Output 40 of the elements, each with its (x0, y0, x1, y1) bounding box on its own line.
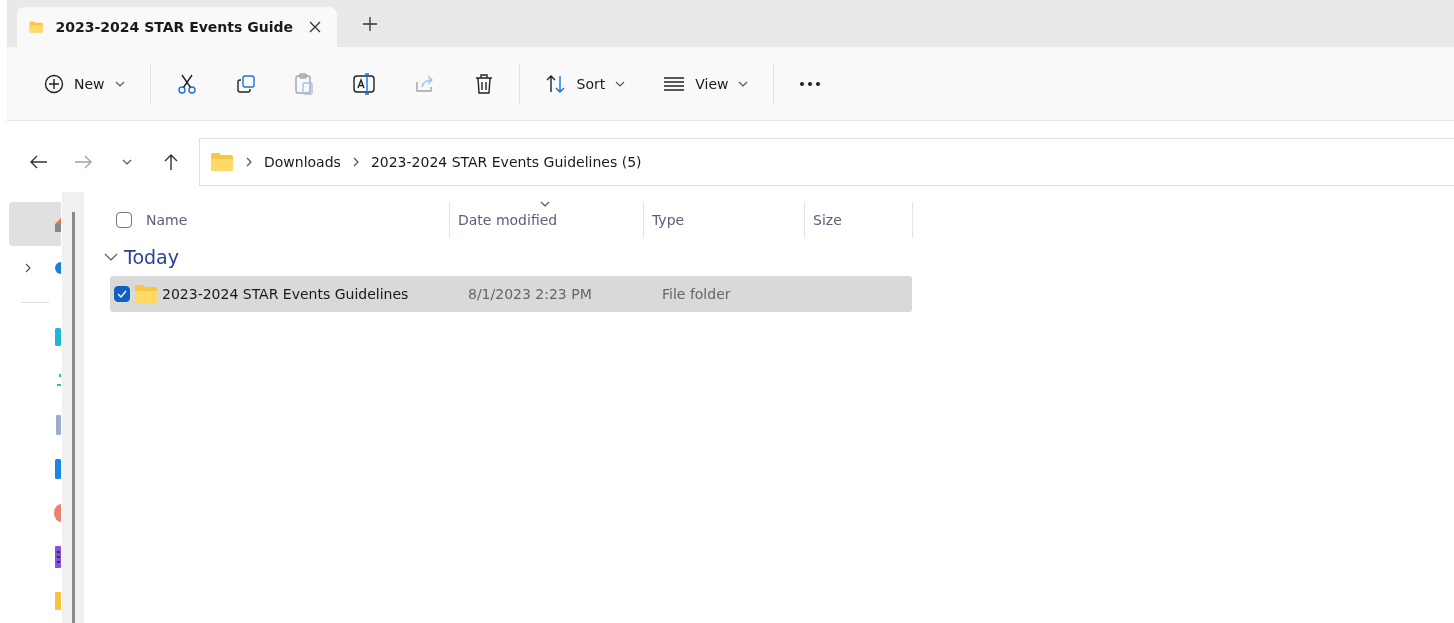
column-header[interactable]: Date modified (450, 212, 566, 228)
address-bar[interactable]: Downloads 2023-2024 STAR Events Guidelines (5) (199, 138, 1454, 187)
breadcrumb[interactable]: 2023-2024 STAR Events Guidelines (5) (370, 154, 642, 171)
folder-icon (210, 152, 234, 173)
tab-title: 2023-2024 STAR Events Guide (55, 19, 293, 36)
select-all-checkbox[interactable] (116, 212, 132, 228)
scissors-icon (175, 72, 198, 95)
copy-icon (235, 73, 256, 94)
column-header[interactable]: Name (132, 212, 196, 228)
sort-caret-icon (540, 199, 550, 209)
sort-arrows-icon (544, 73, 567, 94)
file-type: File folder (661, 286, 732, 302)
group-header[interactable]: Today (104, 242, 179, 272)
date-modified: 8/1/2023 2:23 PM (467, 286, 593, 302)
expand-chevron-icon[interactable] (23, 263, 33, 273)
folder-icon (134, 284, 158, 304)
checkmark-icon (117, 290, 127, 298)
forward-arrow-icon (74, 155, 92, 170)
column-header[interactable]: Size (805, 212, 850, 228)
rename-icon (351, 72, 376, 95)
scrollbar[interactable] (71, 212, 75, 623)
trash-icon (473, 72, 494, 95)
breadcrumb[interactable]: Downloads (264, 154, 341, 171)
view-button[interactable]: View (653, 63, 759, 104)
back-arrow-icon (30, 155, 48, 170)
plus-circle-icon (44, 73, 64, 94)
tab[interactable]: 2023-2024 STAR Events Guide (17, 7, 337, 48)
lines-icon (663, 75, 686, 92)
sort-button[interactable]: Sort (534, 63, 636, 104)
row-checkbox[interactable] (114, 286, 130, 302)
file-name: 2023-2024 STAR Events Guidelines (162, 286, 409, 302)
more-icon (799, 80, 822, 87)
clipboard-icon (293, 72, 314, 95)
up-arrow-icon (164, 153, 178, 172)
chevron-right-icon (244, 157, 254, 168)
chevron-icon (104, 252, 118, 262)
sidebar-item[interactable] (9, 202, 61, 246)
new-button[interactable]: New (34, 63, 135, 104)
file-row[interactable]: 2023-2024 STAR Events Guidelines 8/1/2023 2:23 PM File folder (110, 276, 912, 312)
column-header[interactable]: Type (644, 212, 693, 228)
